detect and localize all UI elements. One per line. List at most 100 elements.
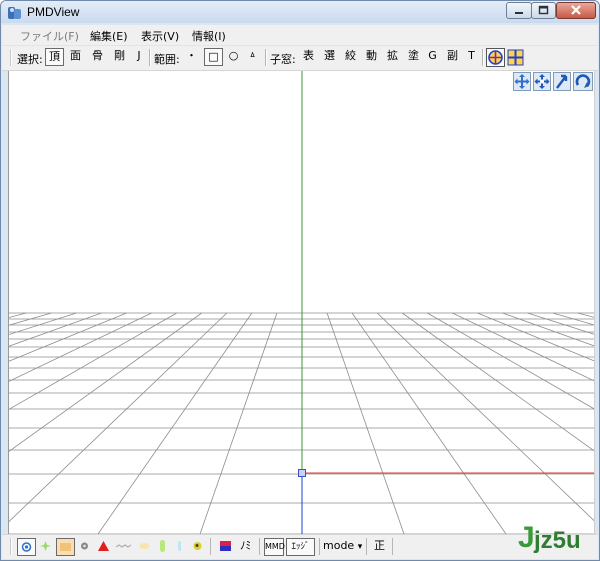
toolbar-separator [366, 538, 367, 555]
four-view-button[interactable] [506, 48, 525, 67]
range-circle-button[interactable]: ○ [225, 48, 242, 66]
watermark-text: jz5u [534, 527, 581, 554]
child-window-sub-button[interactable]: 副 [443, 48, 462, 66]
rotate-arrow-icon [575, 74, 591, 88]
3d-viewport[interactable] [8, 71, 595, 534]
menu-view[interactable]: 表示(V) [141, 28, 179, 44]
show-points-button[interactable] [77, 538, 92, 556]
show-faces-button[interactable] [95, 538, 112, 556]
rotate-button[interactable] [573, 72, 593, 91]
toolbar-grip [10, 538, 12, 555]
edge-toggle-button[interactable]: ｴｯｼﾞ [286, 538, 315, 556]
target-dot-icon [81, 542, 88, 550]
show-wire-button[interactable] [114, 538, 134, 556]
maximize-button[interactable] [531, 2, 556, 19]
child-window-filter-button[interactable]: 絞 [341, 48, 360, 66]
origin-marker [298, 469, 306, 477]
child-window-scale-button[interactable]: 拡 [383, 48, 402, 66]
zoom-button[interactable] [553, 72, 571, 91]
toolbar-separator [319, 538, 320, 555]
menu-info[interactable]: 情報(I) [192, 28, 226, 44]
grid-column-line [351, 312, 507, 534]
menu-edit[interactable]: 編集(E) [90, 28, 128, 44]
zoom-arrow-icon [556, 74, 568, 89]
title-bar[interactable]: PMDView [1, 1, 599, 23]
show-bones-button[interactable] [37, 538, 54, 556]
child-window-paint-button[interactable]: 塗 [404, 48, 423, 66]
wire-icon [115, 544, 132, 548]
child-window-table-button[interactable]: 表 [299, 48, 318, 66]
show-joint-button[interactable] [172, 538, 187, 556]
axis-gizmo-icon [488, 50, 503, 65]
child-window-select-button[interactable]: 選 [320, 48, 339, 66]
sei-button[interactable]: 正 [370, 538, 389, 556]
range-lasso-button[interactable]: ㅿ [244, 48, 261, 66]
vertex-dot-icon [21, 542, 32, 552]
mode-label: mode [323, 539, 355, 552]
toolbar-separator [259, 538, 260, 555]
grid-column-line [326, 312, 405, 534]
grid-column-line [427, 312, 594, 410]
toolbar-separator [482, 49, 484, 66]
morph-icon [139, 543, 150, 549]
chevron-down-icon: ▾ [357, 542, 363, 552]
range-rect-button[interactable]: □ [204, 48, 223, 66]
select-rigidbody-button[interactable]: 剛 [110, 48, 129, 66]
axis-view-button[interactable] [486, 48, 505, 67]
select-joint-button[interactable]: J [131, 48, 147, 66]
grid-column-line [199, 312, 278, 534]
close-button[interactable] [556, 2, 596, 19]
main-toolbar: 選択: 頂 面 骨 剛 J 範囲: ・ □ ○ ㅿ 子窓: 表 選 絞 動 拡 … [2, 46, 598, 71]
grid-column-line [97, 312, 253, 534]
bone-star-icon [40, 541, 51, 551]
split-view-icon [507, 49, 524, 66]
window-title: PMDView [27, 5, 80, 19]
color-toggle-button[interactable] [216, 538, 235, 556]
range-label: 範囲: [154, 53, 180, 66]
joint-icon [178, 541, 181, 551]
grid-column-line [577, 312, 594, 318]
show-vertices-button[interactable] [17, 538, 36, 556]
show-morph-button[interactable] [136, 538, 153, 556]
mode-dropdown[interactable]: mode ▾ [323, 538, 363, 556]
grid-column-line [502, 312, 594, 347]
menu-file[interactable]: ファイル(F) [20, 28, 79, 44]
app-window: PMDView ファイル(F) 編集(E) 表示(V) 情報(I) 選択: 頂 … [0, 0, 600, 561]
toolbar-separator [265, 49, 267, 66]
grid-column-line [9, 312, 102, 347]
select-face-button[interactable]: 面 [66, 48, 85, 66]
show-rigid-button[interactable] [155, 538, 170, 556]
minimize-button[interactable] [506, 2, 532, 19]
move-button[interactable] [533, 72, 551, 91]
toolbar-separator [392, 538, 393, 555]
grid-column-line [452, 312, 594, 382]
menu-bar: ファイル(F) 編集(E) 表示(V) 情報(I) [2, 25, 598, 45]
show-physics-button[interactable] [189, 538, 206, 556]
grid-column-line [527, 312, 594, 335]
mmd-mode-button[interactable]: MMD [264, 538, 285, 556]
mesh-icon [60, 543, 71, 551]
toolbar-grip [10, 49, 12, 66]
select-bone-button[interactable]: 骨 [88, 48, 107, 66]
grid-column-line [9, 312, 27, 318]
color-swatch-icon [220, 541, 231, 551]
show-mesh-button[interactable] [56, 538, 75, 556]
grid-column-line [9, 312, 202, 452]
grid-floor [9, 71, 594, 534]
nami-toggle-button[interactable]: ﾉﾐ [236, 538, 255, 556]
child-window-group-button[interactable]: G [425, 48, 440, 66]
pan-button[interactable] [513, 72, 531, 91]
toolbar-separator [210, 538, 211, 555]
child-window-t-button[interactable]: T [464, 48, 479, 66]
grid-column-line [477, 312, 594, 362]
child-window-move-button[interactable]: 動 [362, 48, 381, 66]
child-window-label: 子窓: [270, 53, 296, 66]
range-point-button[interactable]: ・ [182, 48, 201, 66]
grid-column-line [9, 312, 127, 362]
select-vertex-button[interactable]: 頂 [45, 48, 64, 66]
cross-arrows-icon [534, 74, 550, 89]
app-icon [7, 5, 23, 21]
physics-icon [193, 542, 202, 550]
grid-column-line [9, 312, 177, 410]
capsule-icon [160, 540, 165, 552]
